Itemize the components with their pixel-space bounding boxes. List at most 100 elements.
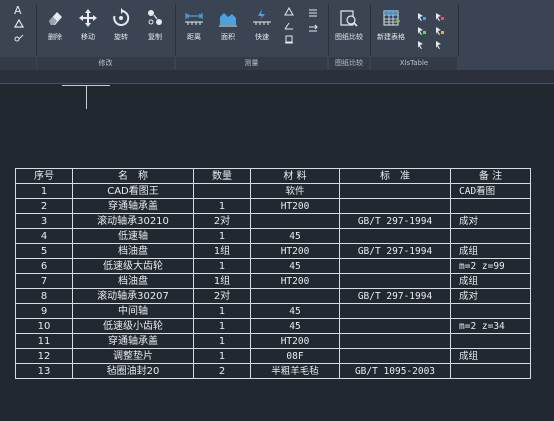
cell-name: 低速轴 [72, 228, 194, 244]
rotate-icon [113, 8, 130, 26]
table-export-icon[interactable] [417, 26, 427, 36]
copy-label: 复制 [148, 33, 162, 41]
panel-compare: 图纸比较 图纸比较 [329, 0, 369, 70]
bom-table-body: 1 CAD看图王 软件 CAD看图 2 穿通轴承盖 1 HT200 3 滚动轴承30210 2对 GB… [15, 183, 531, 379]
table-row: 9 中间轴 1 45 [15, 303, 531, 319]
panel-xlstable: 新建表格 XlsTable [371, 0, 457, 70]
table-edit-icon[interactable] [435, 12, 445, 22]
cell-material: 45 [250, 303, 340, 319]
cell-standard: GB/T 297-1994 [339, 243, 451, 259]
table-row: 8 滚动轴承30207 2对 GB/T 297-1994 成对 [15, 288, 531, 304]
cell-material [250, 213, 340, 229]
cell-standard [339, 318, 451, 334]
cell-index: 1 [15, 183, 73, 199]
move-icon [79, 9, 97, 27]
list-measure-icon[interactable] [308, 8, 318, 18]
rotate-label: 旋转 [114, 33, 128, 41]
cell-index: 4 [15, 228, 73, 244]
panel-measure-title: 测量 [176, 57, 327, 70]
table-row: 10 低速级小齿轮 1 45 m=2 z=34 [15, 318, 531, 334]
cell-quantity: 2对 [193, 288, 251, 304]
cell-quantity: 2对 [193, 213, 251, 229]
link-icon[interactable] [14, 33, 24, 43]
table-row: 2 穿通轴承盖 1 HT200 [15, 198, 531, 214]
cell-index: 11 [15, 333, 73, 349]
area-button[interactable]: 面积 [212, 8, 244, 54]
cell-standard [339, 183, 451, 199]
table-row: 11 穿通轴承盖 1 HT200 [15, 333, 531, 349]
cell-name: CAD看图王 [72, 183, 194, 199]
cell-quantity [193, 183, 251, 199]
cell-name: 滚动轴承30207 [72, 288, 194, 304]
coordinate-icon[interactable] [284, 34, 294, 44]
cell-index: 9 [15, 303, 73, 319]
cell-quantity: 1组 [193, 273, 251, 289]
panel-measure: 距离 面积 快速 测量 [176, 0, 327, 70]
cell-material: HT200 [250, 273, 340, 289]
cell-quantity: 1 [193, 228, 251, 244]
quick-measure-label: 快速 [255, 33, 269, 41]
cell-standard [339, 348, 451, 364]
cell-standard [339, 198, 451, 214]
cell-material: 软件 [250, 183, 340, 199]
cell-remark: m=2 z=34 [450, 318, 531, 334]
cell-name: 低速级小齿轮 [72, 318, 194, 334]
area-label: 面积 [221, 33, 235, 41]
delete-button[interactable]: 删除 [39, 8, 71, 54]
triangle-shape-icon[interactable] [14, 19, 24, 29]
table-select-icon[interactable] [417, 40, 427, 50]
table-update-icon[interactable] [435, 26, 445, 36]
copy-button[interactable]: 复制 [139, 8, 171, 54]
cell-remark [450, 363, 531, 379]
cell-standard [339, 273, 451, 289]
table-pointer-icon[interactable] [435, 40, 445, 50]
cell-material: HT200 [250, 243, 340, 259]
rotate-button[interactable]: 旋转 [105, 8, 137, 54]
table-import-icon[interactable] [417, 12, 427, 22]
angle-measure-icon[interactable] [284, 6, 294, 16]
cell-index: 8 [15, 288, 73, 304]
cell-index: 2 [15, 198, 73, 214]
cell-index: 5 [15, 243, 73, 259]
distance-button[interactable]: 距离 [178, 8, 210, 54]
cell-name: 中间轴 [72, 303, 194, 319]
cell-quantity: 1 [193, 318, 251, 334]
header-index: 序号 [15, 168, 73, 184]
cell-standard [339, 228, 451, 244]
cell-index: 13 [15, 363, 73, 379]
move-button[interactable]: 移动 [72, 8, 104, 54]
cell-name: 档油盘 [72, 243, 194, 259]
new-table-button[interactable]: 新建表格 [375, 8, 407, 54]
measure-settings-icon[interactable] [308, 24, 318, 34]
header-standard: 标 准 [339, 168, 451, 184]
header-remark: 备 注 [450, 168, 531, 184]
bom-header-row: 序号 名 称 数量 材 料 标 准 备 注 [15, 168, 531, 184]
header-material: 材 料 [250, 168, 340, 184]
cell-remark: m=2 z=99 [450, 258, 531, 274]
crosshair-cursor-vertical [86, 86, 87, 109]
panel-modify: 删除 移动 旋转 复制 修改 [37, 0, 174, 70]
cell-quantity: 1 [193, 348, 251, 364]
panel-annotation-title [0, 57, 36, 70]
cell-remark [450, 228, 531, 244]
panel-annotation: A [0, 0, 36, 70]
cell-standard: GB/T 297-1994 [339, 288, 451, 304]
cell-name: 档油盘 [72, 273, 194, 289]
distance-label: 距离 [187, 33, 201, 41]
cell-name: 滚动轴承30210 [72, 213, 194, 229]
cell-remark [450, 303, 531, 319]
cell-name: 穿通轴承盖 [72, 198, 194, 214]
table-row: 7 档油盘 1组 HT200 成组 [15, 273, 531, 289]
text-tool-icon[interactable]: A [14, 4, 22, 17]
drawing-compare-button[interactable]: 图纸比较 [333, 8, 365, 54]
ribbon: A 删除 移动 旋转 复制 修改 距离 面积 快速 测量 图纸比较 图纸比较 新… [0, 0, 554, 71]
radius-measure-icon[interactable] [284, 20, 294, 30]
quick-measure-button[interactable]: 快速 [246, 8, 278, 54]
bom-table[interactable]: 序号 名 称 数量 材 料 标 准 备 注 1 CAD看图王 软件 CAD看图 2 穿通轴… [15, 168, 531, 379]
cell-material: 08F [250, 348, 340, 364]
cell-material: 45 [250, 258, 340, 274]
cell-quantity: 2 [193, 363, 251, 379]
cell-quantity: 1 [193, 258, 251, 274]
cell-name: 穿通轴承盖 [72, 333, 194, 349]
cell-standard [339, 303, 451, 319]
